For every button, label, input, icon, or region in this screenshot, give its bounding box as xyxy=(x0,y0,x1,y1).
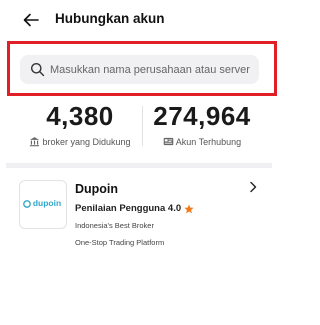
broker-logo-text: dupoin xyxy=(32,198,62,208)
connected-accounts-stat: 274,964 Akun Terhubung xyxy=(142,100,262,147)
supported-brokers-count: 4,380 xyxy=(46,101,114,131)
top-bar: Hubungkan akun xyxy=(0,0,284,40)
broker-list-item[interactable]: dupoin Dupoin Penilaian Pengguna 4.0 Ind… xyxy=(0,172,284,262)
supported-brokers-label: broker yang Didukung xyxy=(42,136,131,147)
search-icon xyxy=(31,63,45,77)
supported-brokers-stat: 4,380 broker yang Didukung xyxy=(18,100,142,147)
stats-panel: 4,380 broker yang Didukung 274,964 Akun … xyxy=(0,100,284,156)
broker-description: One-Stop Trading Platform xyxy=(75,238,165,247)
bank-icon xyxy=(30,137,40,147)
broker-name: Dupoin xyxy=(75,182,119,196)
chevron-right-icon[interactable] xyxy=(248,181,258,193)
connected-accounts-label: Akun Terhubung xyxy=(175,136,242,147)
broker-logo: dupoin xyxy=(19,180,67,229)
page-title: Hubungkan akun xyxy=(55,11,165,26)
star-icon xyxy=(184,204,194,213)
broker-tagline: Indonesia's Best Broker xyxy=(75,221,154,230)
arrow-left-icon[interactable] xyxy=(22,11,40,29)
search-bar[interactable] xyxy=(20,55,259,84)
search-input[interactable] xyxy=(50,55,255,84)
user-rating: Penilaian Pengguna 4.0 xyxy=(75,203,194,214)
user-rating-label: Penilaian Pengguna 4.0 xyxy=(75,203,182,214)
section-divider xyxy=(6,163,272,168)
id-card-icon xyxy=(163,137,174,146)
connected-accounts-count: 274,964 xyxy=(153,101,251,131)
